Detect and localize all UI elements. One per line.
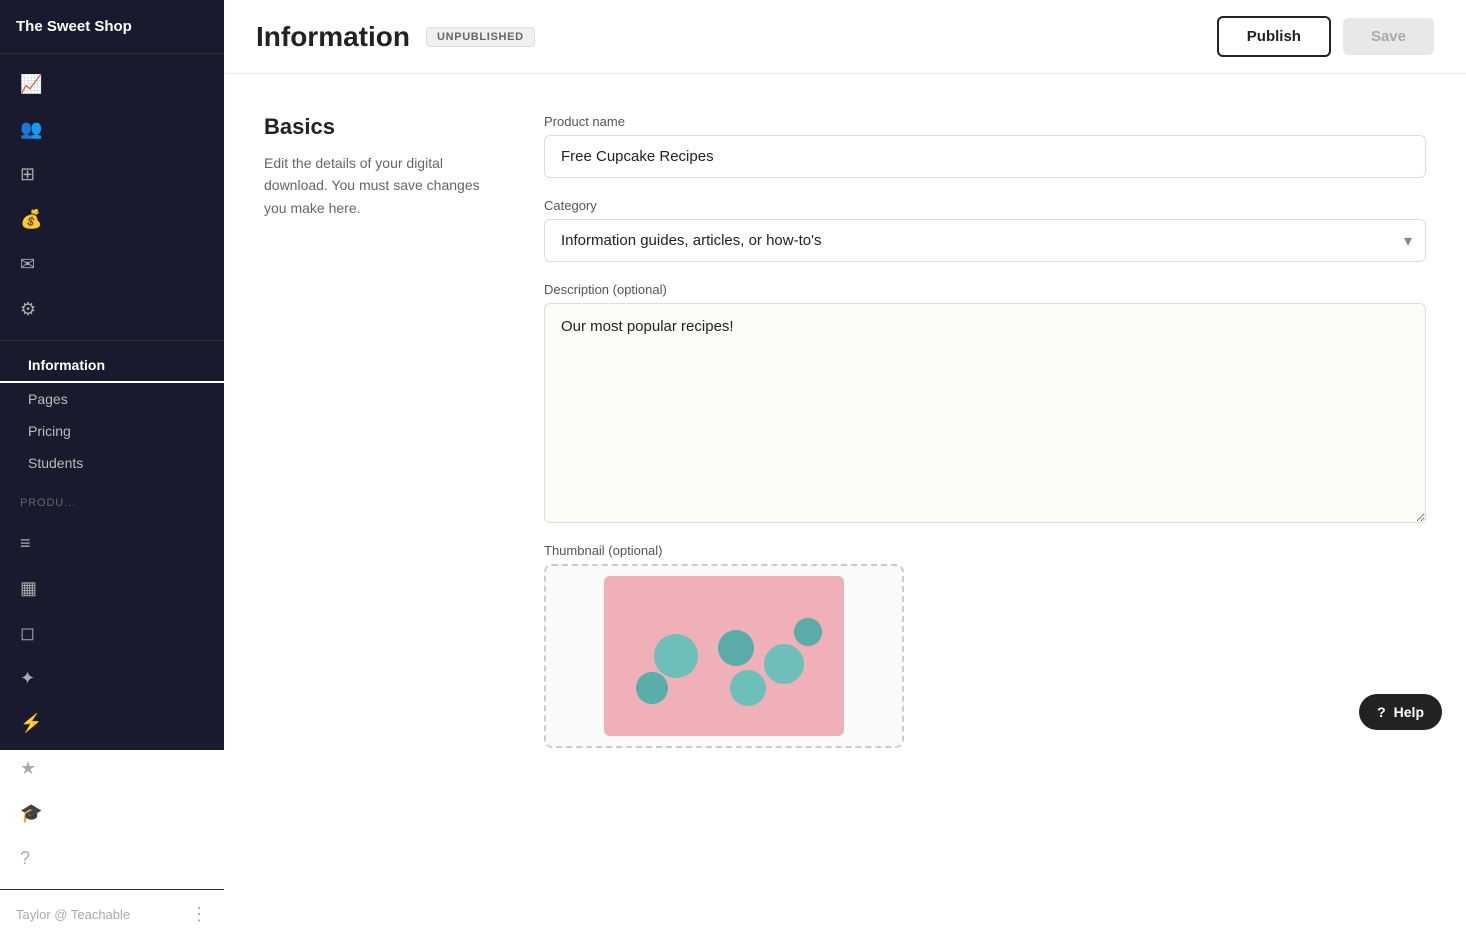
section-label: PRODU...: [0, 487, 224, 513]
sidebar-item-information[interactable]: Information: [0, 349, 224, 383]
category-label: Category: [544, 198, 1426, 213]
help-button[interactable]: ? Help: [1359, 694, 1442, 730]
right-panel: Product name Category Information guides…: [544, 114, 1426, 710]
mail-icon[interactable]: ✉: [0, 242, 224, 287]
library-icon[interactable]: ≡: [0, 521, 224, 566]
chart-icon[interactable]: 📈: [0, 62, 224, 107]
content-area: Basics Edit the details of your digital …: [224, 74, 1466, 750]
lower-nav: ≡ ▦ ◻ ✦ ⚡ ★ 🎓 ?: [0, 513, 224, 889]
settings-icon[interactable]: ⚙: [0, 287, 224, 332]
sidebar: The Sweet Shop Preview 📈 👥 ⊞ 💰 ✉ ⚙ Infor…: [0, 0, 224, 750]
document-icon[interactable]: ◻: [0, 611, 224, 656]
primary-nav: 📈 👥 ⊞ 💰 ✉ ⚙: [0, 54, 224, 341]
thumbnail-group: Thumbnail (optional): [544, 543, 1426, 748]
basics-description: Edit the details of your digital downloa…: [264, 152, 504, 219]
help-circle-icon[interactable]: ?: [0, 836, 224, 881]
graduation-icon[interactable]: 🎓: [0, 791, 224, 836]
help-circle-icon: ?: [1377, 704, 1386, 720]
basics-title: Basics: [264, 114, 504, 140]
thumbnail-cupcakes-image: [604, 576, 844, 736]
topbar: Information UNPUBLISHED Publish Save: [224, 0, 1466, 74]
sidebar-footer: Taylor @ Teachable ⋮: [0, 889, 224, 939]
help-label: Help: [1394, 704, 1424, 720]
thumbnail-label: Thumbnail (optional): [544, 543, 1426, 558]
page-title: Information: [256, 21, 410, 53]
lightning-icon[interactable]: ⚡: [0, 701, 224, 746]
user-name: Taylor @ Teachable: [16, 907, 130, 922]
star-icon[interactable]: ★: [0, 746, 224, 791]
dashboard-icon[interactable]: ⊞: [0, 152, 224, 197]
calendar-icon[interactable]: ▦: [0, 566, 224, 611]
description-group: Description (optional) Our most popular …: [544, 282, 1426, 523]
product-name-group: Product name: [544, 114, 1426, 178]
more-options-icon[interactable]: ⋮: [190, 904, 208, 925]
sub-nav: Information Pages Pricing Students: [0, 341, 224, 487]
left-panel: Basics Edit the details of your digital …: [224, 114, 504, 710]
sidebar-item-pricing[interactable]: Pricing: [0, 415, 224, 447]
dollar-icon[interactable]: 💰: [0, 197, 224, 242]
status-badge: UNPUBLISHED: [426, 27, 535, 47]
users-icon[interactable]: 👥: [0, 107, 224, 152]
description-textarea[interactable]: Our most popular recipes!: [544, 303, 1426, 523]
description-label: Description (optional): [544, 282, 1426, 297]
topbar-left: Information UNPUBLISHED: [256, 21, 535, 53]
thumbnail-preview: [604, 576, 844, 736]
publish-button[interactable]: Publish: [1217, 16, 1331, 57]
topbar-right: Publish Save: [1217, 16, 1434, 57]
category-select-wrapper: Information guides, articles, or how-to'…: [544, 219, 1426, 262]
category-select[interactable]: Information guides, articles, or how-to'…: [544, 219, 1426, 262]
product-name-input[interactable]: [544, 135, 1426, 178]
product-name-label: Product name: [544, 114, 1426, 129]
sidebar-item-students[interactable]: Students: [0, 447, 224, 479]
category-group: Category Information guides, articles, o…: [544, 198, 1426, 262]
sidebar-item-pages[interactable]: Pages: [0, 383, 224, 415]
explore-icon[interactable]: ✦: [0, 656, 224, 701]
main-content: Information UNPUBLISHED Publish Save Bas…: [224, 0, 1466, 750]
app-title: The Sweet Shop: [0, 0, 224, 54]
save-button[interactable]: Save: [1343, 18, 1434, 55]
thumbnail-upload-area[interactable]: [544, 564, 904, 748]
